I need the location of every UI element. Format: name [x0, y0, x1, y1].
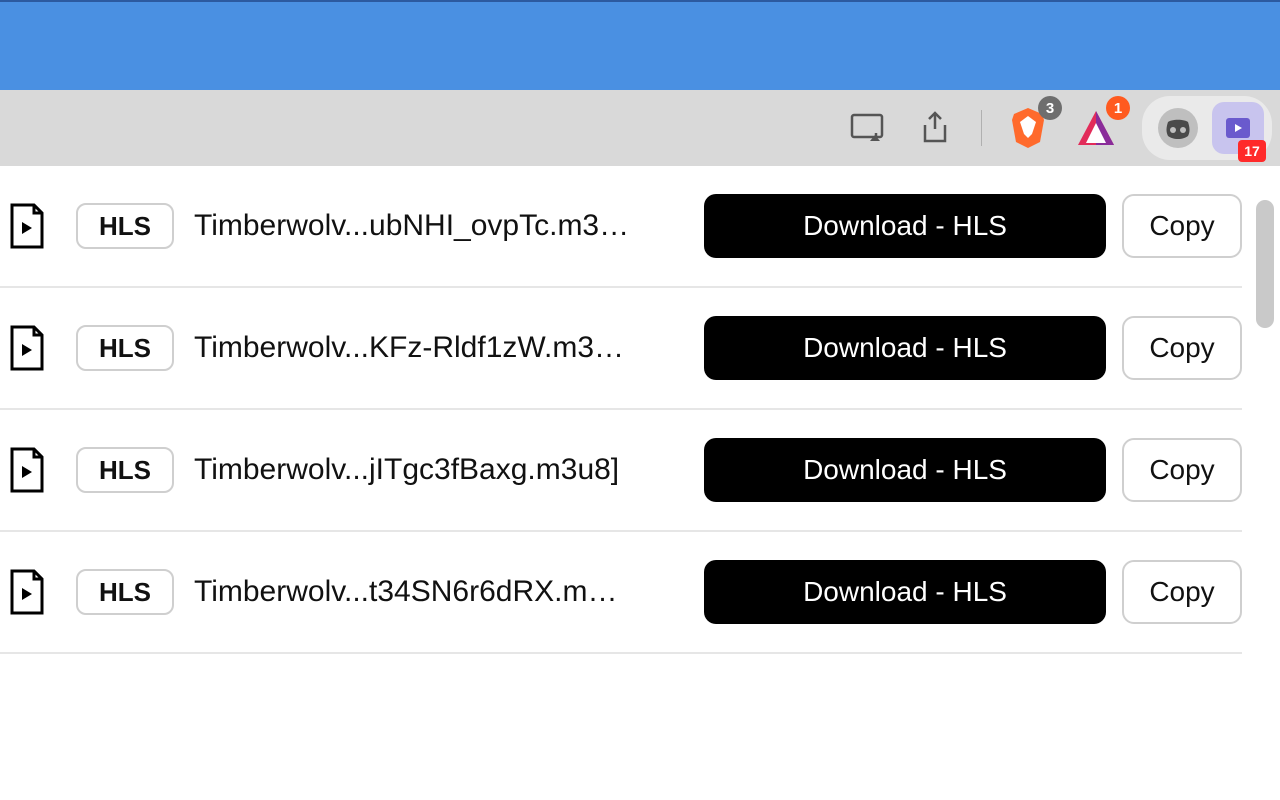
format-badge: HLS	[76, 203, 174, 249]
content-area: HLS Timberwolv...ubNHI_ovpTc.m3… Downloa…	[0, 166, 1280, 800]
copy-button[interactable]: Copy	[1122, 316, 1242, 380]
header-bar	[0, 2, 1280, 90]
file-play-icon	[6, 202, 48, 250]
discord-icon[interactable]	[1150, 100, 1206, 156]
share-icon[interactable]	[907, 100, 963, 156]
format-badge: HLS	[76, 569, 174, 615]
copy-button[interactable]: Copy	[1122, 194, 1242, 258]
extension-group: 17	[1142, 96, 1272, 160]
list-item	[0, 654, 1242, 776]
copy-button[interactable]: Copy	[1122, 560, 1242, 624]
download-button[interactable]: Download - HLS	[704, 560, 1106, 624]
extension-icon[interactable]: 17	[1212, 102, 1264, 154]
brave-badge: 3	[1038, 96, 1062, 120]
download-button[interactable]: Download - HLS	[704, 316, 1106, 380]
extension-badge: 17	[1238, 140, 1266, 162]
cast-icon[interactable]	[839, 100, 895, 156]
scrollbar-thumb[interactable]	[1256, 200, 1274, 328]
format-badge: HLS	[76, 325, 174, 371]
list-item: HLS Timberwolv...ubNHI_ovpTc.m3… Downloa…	[0, 166, 1242, 288]
download-button[interactable]: Download - HLS	[704, 194, 1106, 258]
filename-label: Timberwolv...t34SN6r6dRX.m…	[194, 575, 684, 609]
file-play-icon	[6, 446, 48, 494]
triangle-badge: 1	[1106, 96, 1130, 120]
format-badge: HLS	[76, 447, 174, 493]
list-item: HLS Timberwolv...jITgc3fBaxg.m3u8] Downl…	[0, 410, 1242, 532]
file-play-icon	[6, 568, 48, 616]
filename-label: Timberwolv...KFz-Rldf1zW.m3…	[194, 331, 684, 365]
list-item: HLS Timberwolv...t34SN6r6dRX.m… Download…	[0, 532, 1242, 654]
download-button[interactable]: Download - HLS	[704, 438, 1106, 502]
toolbar-divider	[981, 110, 982, 146]
brave-shield-icon[interactable]: 3	[1000, 100, 1056, 156]
browser-toolbar: 3 1 17	[0, 90, 1280, 166]
filename-label: Timberwolv...ubNHI_ovpTc.m3…	[194, 209, 684, 243]
filename-label: Timberwolv...jITgc3fBaxg.m3u8]	[194, 453, 684, 487]
file-play-icon	[6, 324, 48, 372]
triangle-icon[interactable]: 1	[1068, 100, 1124, 156]
list-item: HLS Timberwolv...KFz-Rldf1zW.m3… Downloa…	[0, 288, 1242, 410]
copy-button[interactable]: Copy	[1122, 438, 1242, 502]
